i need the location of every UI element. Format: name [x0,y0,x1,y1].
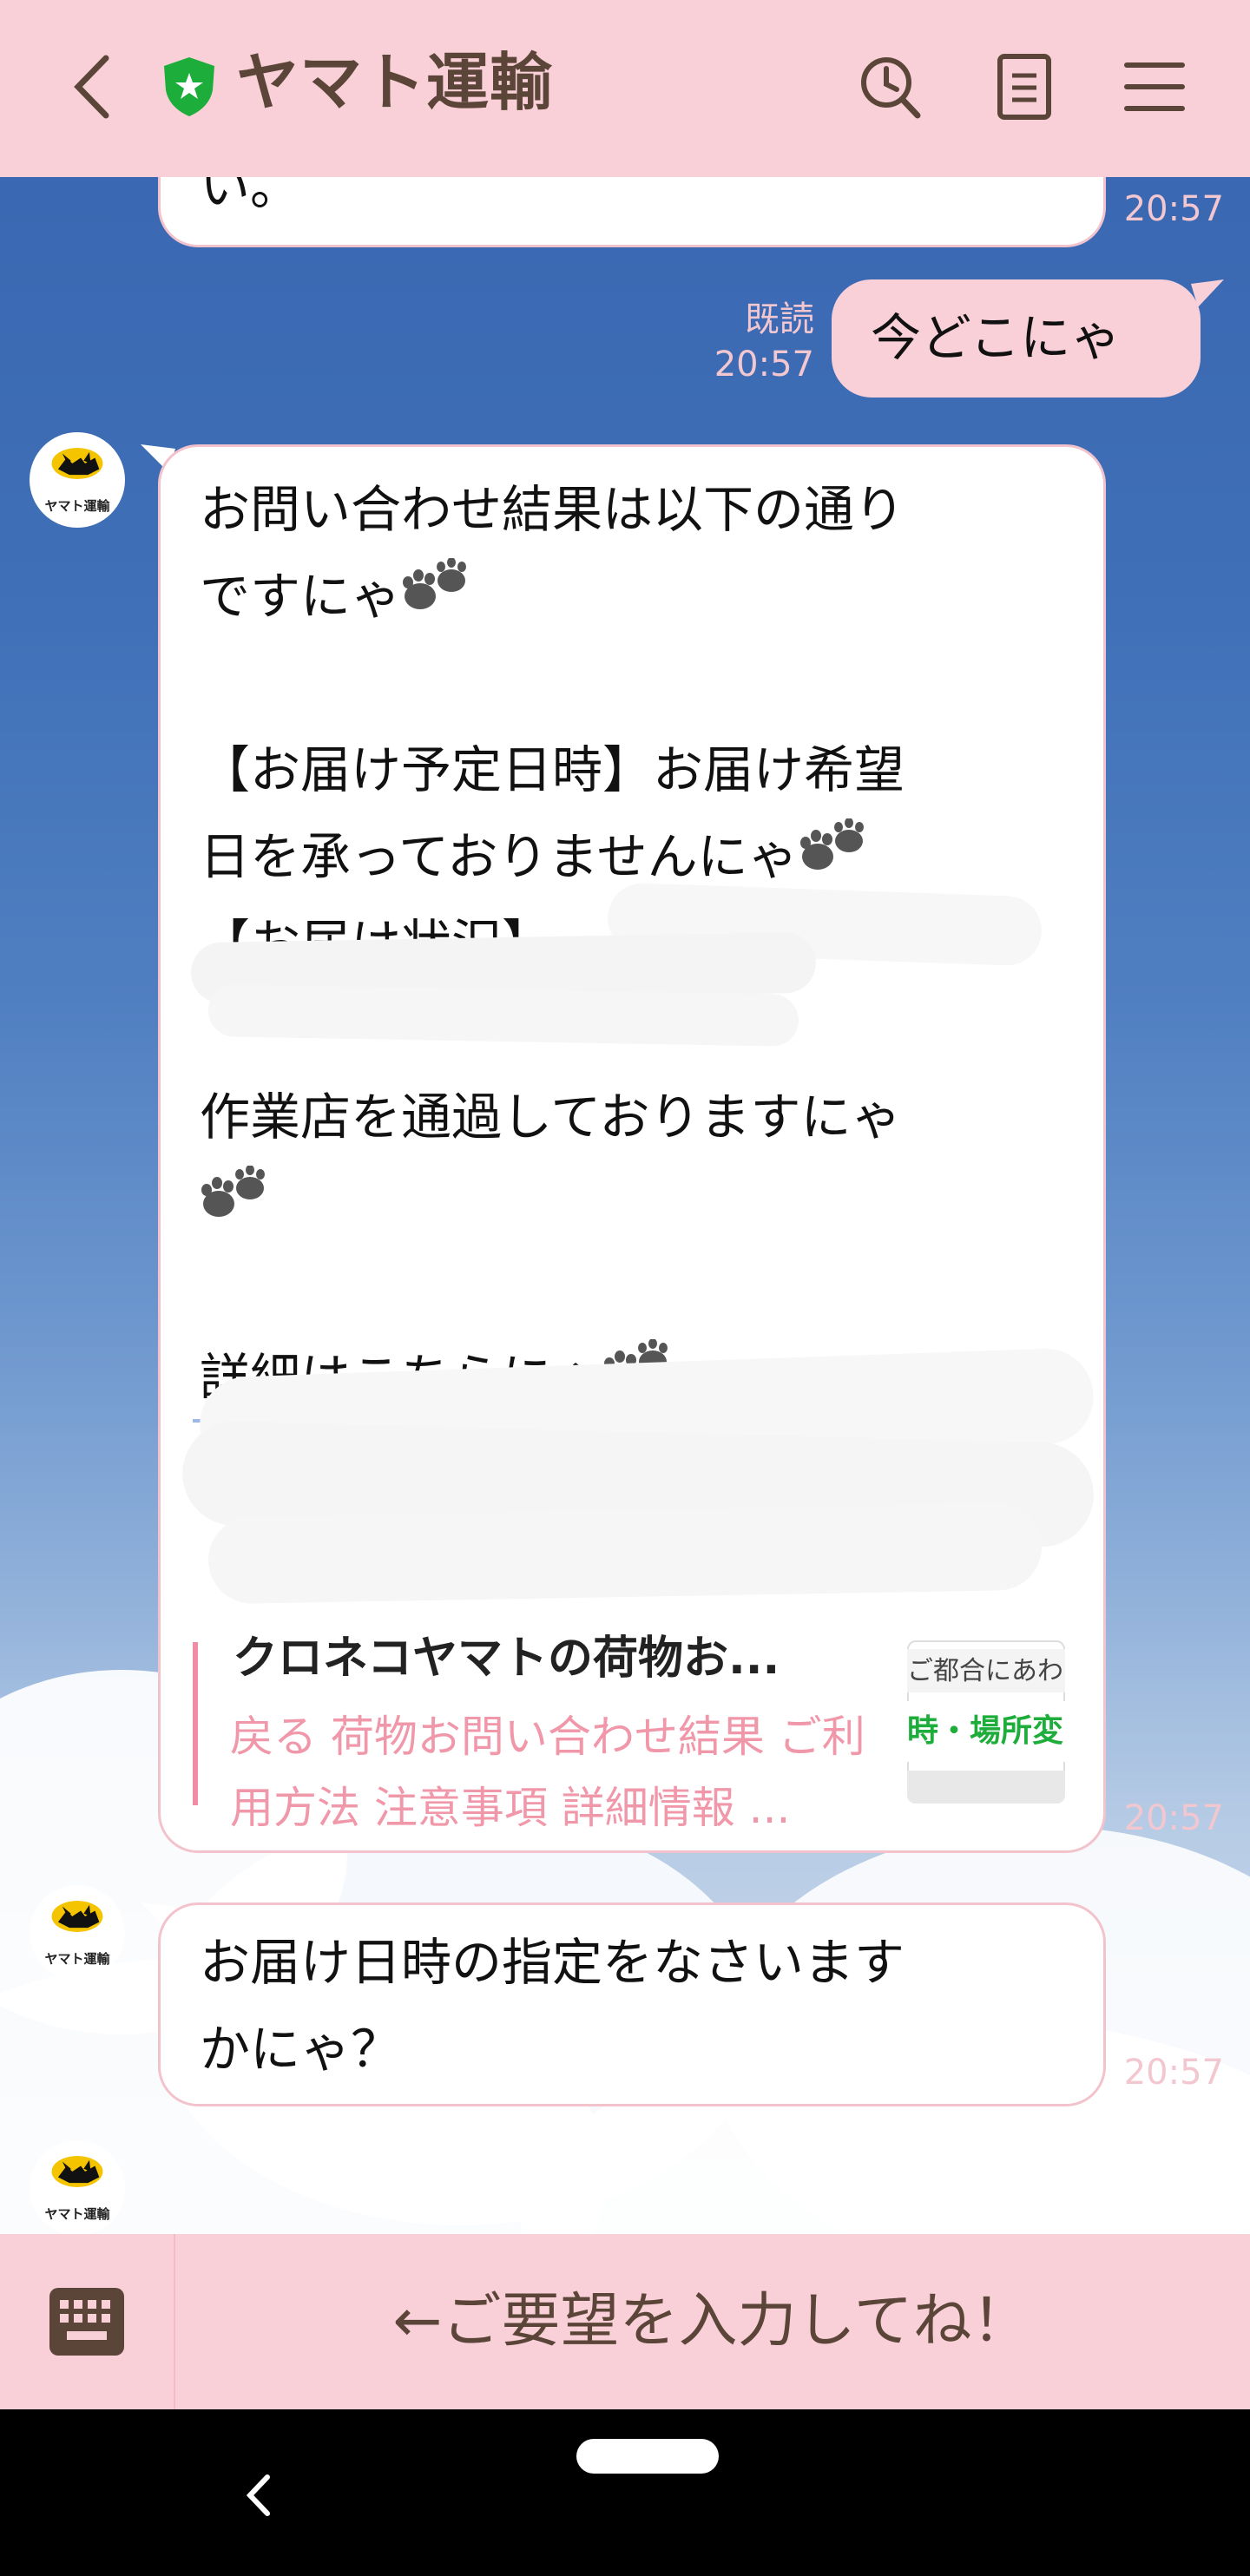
avatar[interactable]: ヤマト運輸 [30,432,125,528]
read-label: 既読 [745,299,814,339]
system-navigation-bar [0,2409,1250,2576]
paw-icon [799,818,872,879]
redaction-mark [207,984,799,1047]
thumb-text: 時・場所変 [907,1701,1065,1762]
clock-search-icon[interactable] [855,48,924,126]
incoming-message-bubble[interactable]: お届け日時の指定をなさいます かにゃ？ [158,1902,1106,2106]
message-input[interactable]: ←ご要望を入力してね！ [174,2234,1250,2409]
message-line: お届け日時の指定をなさいます [200,1933,905,1992]
notes-icon[interactable] [990,48,1059,126]
message-time: 20:57 [1123,1798,1224,1838]
link-preview-thumbnail[interactable]: ご都合にあわ 時・場所変 [907,1640,1065,1804]
paw-icon [200,1166,273,1226]
system-back-icon[interactable] [234,2465,283,2526]
input-bar: ←ご要望を入力してね！ [0,2234,1250,2409]
verified-shield-icon [164,57,214,116]
redaction-mark [207,1502,1043,1605]
message-line: 【お届け予定日時】お届け希望 [200,740,905,799]
avatar[interactable]: ヤマト運輸 [30,2140,125,2236]
outgoing-message-bubble[interactable]: 今どこにゃ [832,279,1201,398]
message-line: お問い合わせ結果は以下の通り [200,480,905,539]
message-line: 作業店を通過しておりますにゃ [200,1088,902,1147]
message-line: 日を承っておりませんにゃ [200,827,799,886]
link-preview-description[interactable]: 戻る 荷物お問い合わせ結果 ご利用方法 注意事項 詳細情報 ... [230,1701,885,1843]
page-title: ヤマト運輸 [236,46,554,119]
hamburger-menu-icon[interactable] [1120,48,1189,126]
avatar-label: ヤマト運輸 [44,2206,110,2222]
home-gesture-pill[interactable] [576,2439,719,2474]
link-preview-title[interactable]: クロネコヤマトの荷物お... [233,1621,780,1686]
avatar[interactable]: ヤマト運輸 [30,1885,125,1981]
avatar-label: ヤマト運輸 [44,498,110,514]
keyboard-icon [49,2288,124,2356]
message-text: 今どこにゃ [871,308,1122,367]
read-status: 既読 20:57 [660,297,814,387]
bubble-tail [1191,279,1224,307]
chat-header: ヤマト運輸 [0,0,1250,177]
message-line: かにゃ？ [200,2020,402,2079]
keyboard-toggle-button[interactable] [0,2234,175,2409]
avatar-label: ヤマト運輸 [44,1951,110,1967]
paw-icon [401,558,474,619]
message-time: 20:57 [714,345,814,384]
thumb-footer [907,1771,1065,1804]
message-line: ですにゃ [200,567,402,626]
message-time: 20:57 [1123,2053,1224,2093]
back-arrow-icon[interactable] [61,48,130,126]
message-time: 20:57 [1123,189,1224,229]
preview-accent-bar [193,1642,198,1805]
thumb-text: ご都合にあわ [907,1649,1065,1692]
